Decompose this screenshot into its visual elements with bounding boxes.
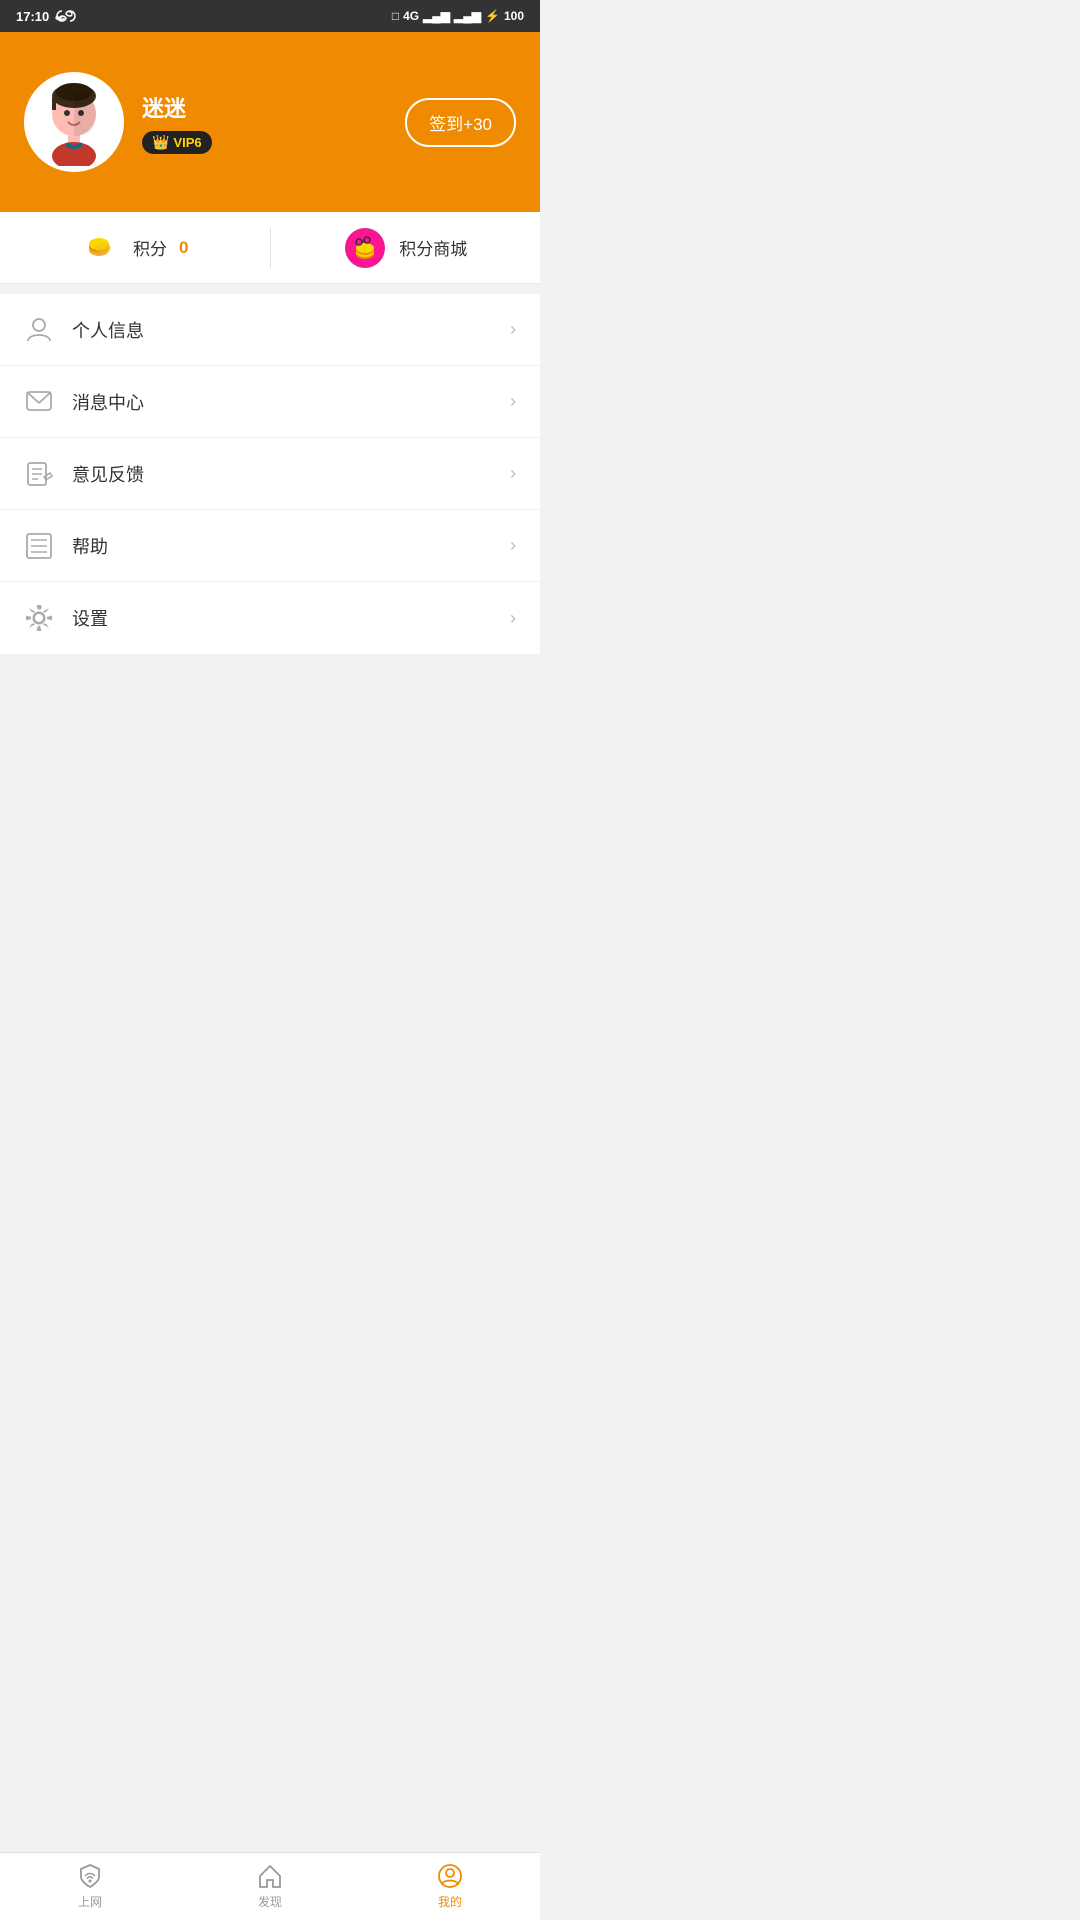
signal-bars: ▂▄▆ xyxy=(423,9,450,23)
gear-icon xyxy=(24,603,54,633)
nav-item-discover[interactable]: 发现 xyxy=(180,1853,360,1920)
vip-level: VIP6 xyxy=(173,135,201,150)
menu-item-help[interactable]: 帮助 › xyxy=(0,510,540,582)
nav-item-internet[interactable]: 上网 xyxy=(0,1853,180,1920)
crown-icon: 👑 xyxy=(152,134,169,151)
points-value: 0 xyxy=(179,238,188,258)
profile-left: 迷迷 👑 VIP6 xyxy=(24,72,212,172)
arrow-feedback: › xyxy=(510,463,516,484)
menu-item-settings[interactable]: 设置 › xyxy=(0,582,540,654)
gray-content-area xyxy=(0,654,540,954)
points-label: 积分 xyxy=(133,235,167,260)
edit-icon xyxy=(24,459,54,489)
bottom-nav: 上网 发现 我的 xyxy=(0,1852,540,1920)
home-icon xyxy=(257,1863,283,1889)
person-circle-icon xyxy=(437,1863,463,1889)
nav-label-mine: 我的 xyxy=(438,1893,462,1910)
menu-list: 个人信息 › 消息中心 › 意见反馈 › 帮助 › xyxy=(0,294,540,654)
message-icon xyxy=(24,387,54,417)
arrow-help: › xyxy=(510,535,516,556)
nav-label-discover: 发现 xyxy=(258,1893,282,1910)
sim-icon: □ xyxy=(392,9,399,23)
menu-item-personal-info[interactable]: 个人信息 › xyxy=(0,294,540,366)
status-bar: 17:10 ∞ □ 4G ▂▄▆ ▂▄▆ ⚡ 100 xyxy=(0,0,540,32)
menu-label-personal: 个人信息 xyxy=(72,317,510,343)
checkin-button[interactable]: 签到+30 xyxy=(405,98,516,147)
infinity-icon: ∞ xyxy=(55,9,77,23)
avatar-image xyxy=(30,78,118,166)
username: 迷迷 xyxy=(142,91,212,123)
battery-display: 100 xyxy=(504,9,524,23)
status-right: □ 4G ▂▄▆ ▂▄▆ ⚡ 100 xyxy=(392,9,524,23)
person-icon xyxy=(24,315,54,345)
points-bar: 积分 0 积分商城 xyxy=(0,212,540,284)
nav-item-mine[interactable]: 我的 xyxy=(360,1853,540,1920)
signal-bars2: ▂▄▆ xyxy=(454,9,481,23)
points-section[interactable]: 积分 0 xyxy=(0,228,270,268)
time-display: 17:10 xyxy=(16,9,49,24)
arrow-settings: › xyxy=(510,608,516,629)
menu-label-help: 帮助 xyxy=(72,533,510,559)
arrow-message: › xyxy=(510,391,516,412)
avatar[interactable] xyxy=(24,72,124,172)
network-4g: 4G xyxy=(403,9,419,23)
menu-label-message: 消息中心 xyxy=(72,389,510,415)
menu-item-feedback[interactable]: 意见反馈 › xyxy=(0,438,540,510)
wifi-shield-icon xyxy=(77,1863,103,1889)
menu-label-settings: 设置 xyxy=(72,605,510,631)
shop-label: 积分商城 xyxy=(399,235,467,260)
nav-label-internet: 上网 xyxy=(78,1893,102,1910)
shop-section[interactable]: 积分商城 xyxy=(271,226,541,270)
status-left: 17:10 ∞ xyxy=(16,9,77,24)
menu-item-message-center[interactable]: 消息中心 › xyxy=(0,366,540,438)
charging-icon: ⚡ xyxy=(485,9,500,23)
coins-icon xyxy=(81,228,121,268)
menu-label-feedback: 意见反馈 xyxy=(72,461,510,487)
list-icon xyxy=(24,531,54,561)
vip-badge: 👑 VIP6 xyxy=(142,131,212,154)
profile-header: 迷迷 👑 VIP6 签到+30 xyxy=(0,32,540,212)
arrow-personal-info: › xyxy=(510,319,516,340)
svg-text:∞: ∞ xyxy=(55,12,63,23)
shop-icon xyxy=(343,226,387,270)
profile-info: 迷迷 👑 VIP6 xyxy=(142,91,212,154)
